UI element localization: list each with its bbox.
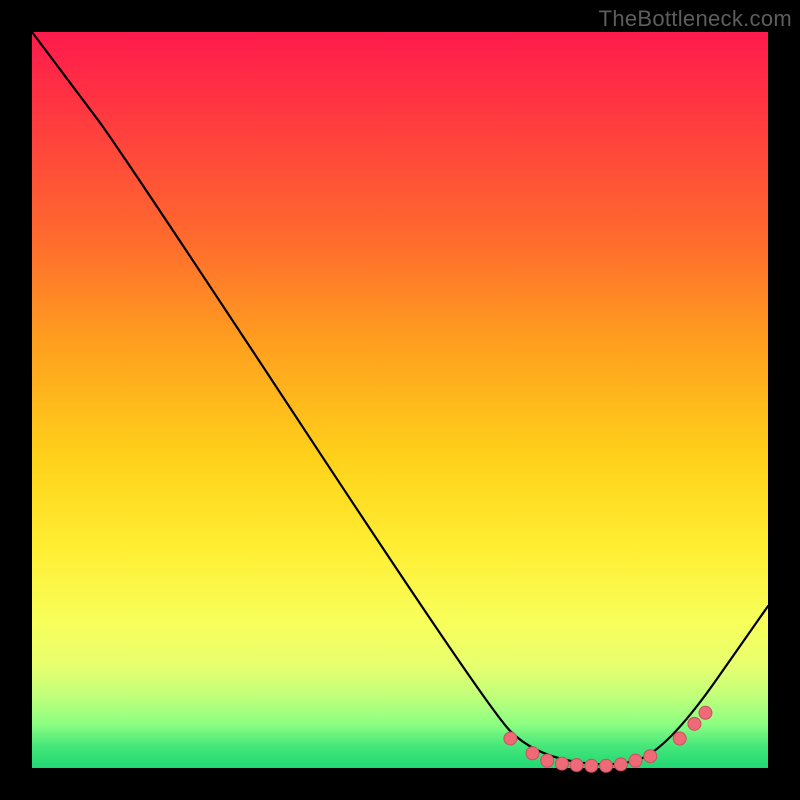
- curve-marker: [541, 754, 554, 767]
- curve-marker: [614, 758, 627, 771]
- curve-marker: [644, 750, 657, 763]
- curve-marker: [504, 732, 517, 745]
- curve-marker: [526, 747, 539, 760]
- curve-marker: [688, 717, 701, 730]
- curve-marker: [555, 757, 568, 770]
- bottleneck-curve: [32, 32, 768, 764]
- chart-frame: TheBottleneck.com: [0, 0, 800, 800]
- curve-marker: [600, 759, 613, 772]
- curve-marker: [629, 754, 642, 767]
- curve-marker: [585, 759, 598, 772]
- curve-svg: [32, 32, 768, 768]
- plot-area: [32, 32, 768, 768]
- curve-marker: [570, 759, 583, 772]
- curve-marker: [673, 732, 686, 745]
- curve-markers: [504, 706, 712, 772]
- curve-marker: [699, 706, 712, 719]
- watermark-text: TheBottleneck.com: [599, 6, 792, 32]
